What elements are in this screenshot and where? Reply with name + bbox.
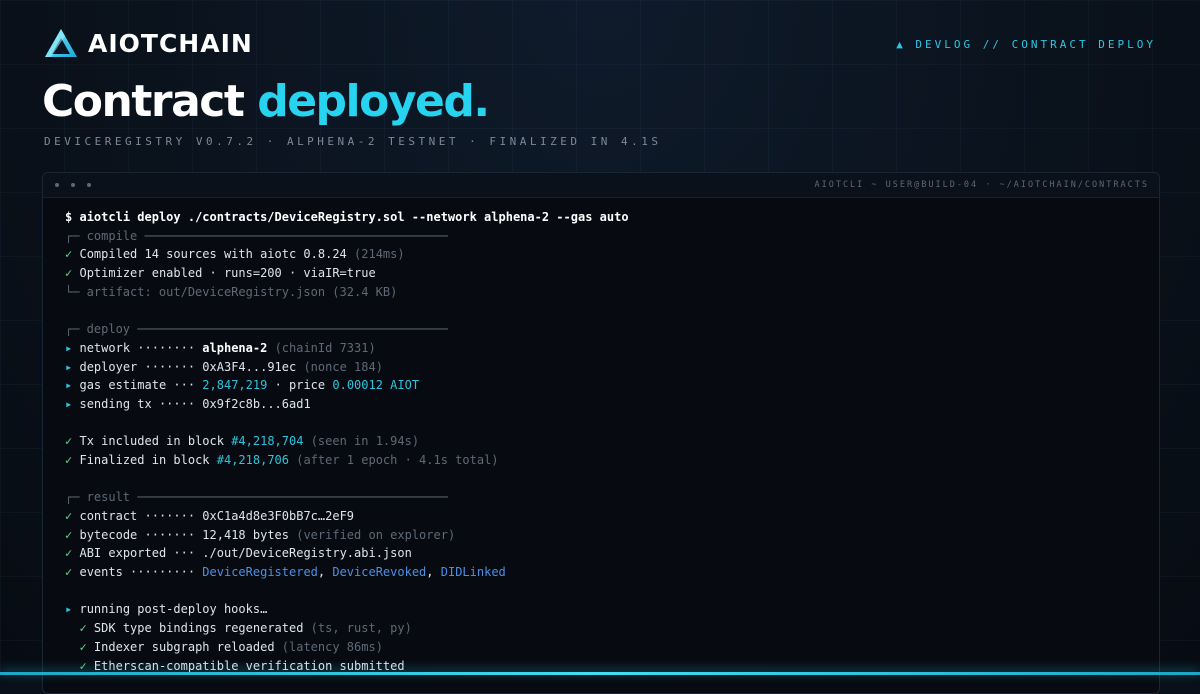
event-name: DeviceRegistered bbox=[202, 565, 318, 580]
event-name: DeviceRevoked bbox=[332, 565, 427, 580]
window-dot-icon bbox=[55, 183, 59, 187]
kv-value: 0x9f2c8b...6ad1 bbox=[202, 396, 311, 411]
kv-value: ./out/DeviceRegistry.abi.json bbox=[202, 546, 412, 561]
kv-line: ▸ sending tx ····· 0x9f2c8b...6ad1 bbox=[65, 395, 1159, 414]
window-controls bbox=[53, 183, 91, 187]
kv-note: (nonce 184) bbox=[303, 359, 383, 374]
hook-line: ✓ SDK type bindings regenerated (ts, rus… bbox=[65, 619, 1159, 638]
kv-key: deployer ······· bbox=[79, 359, 196, 374]
terminal-window: AIOTCLI ~ USER@BUILD-04 · ~/AIOTCHAIN/CO… bbox=[42, 172, 1160, 694]
kv-value: 2,847,219 bbox=[202, 378, 268, 393]
kv-line: ▸ deployer ······· 0xA3F4...91ec (nonce … bbox=[65, 358, 1159, 377]
log-note: (ts, rust, py) bbox=[310, 621, 412, 636]
kv-line: ✓ ABI exported ··· ./out/DeviceRegistry.… bbox=[65, 544, 1159, 563]
kv-key: gas estimate ··· bbox=[79, 378, 196, 393]
check-icon: ✓ bbox=[65, 434, 73, 449]
result-header: ┌─ result ──────────────────────────────… bbox=[65, 490, 448, 505]
log-note: (after 1 epoch · 4.1s total) bbox=[296, 452, 499, 467]
command-text: aiotcli deploy ./contracts/DeviceRegistr… bbox=[79, 210, 629, 224]
command-line: $ aiotcli deploy ./contracts/DeviceRegis… bbox=[65, 208, 1159, 227]
log-text: running post-deploy hooks… bbox=[79, 602, 268, 617]
log-text: Indexer subgraph reloaded bbox=[93, 639, 275, 654]
title-main: Contract bbox=[42, 76, 245, 127]
kv-line: ▸ gas estimate ··· 2,847,219 · price 0.0… bbox=[65, 376, 1159, 395]
log-line: ✓ Tx included in block #4,218,704 (seen … bbox=[65, 432, 1159, 451]
gas-price: 0.00012 AIOT bbox=[332, 378, 420, 393]
kv-key: sending tx ····· bbox=[79, 396, 196, 411]
check-icon: ✓ bbox=[65, 452, 73, 467]
arrow-icon: ▸ bbox=[65, 396, 73, 411]
log-line: ✓ Finalized in block #4,218,706 (after 1… bbox=[65, 451, 1159, 470]
kv-value: 0xA3F4...91ec bbox=[202, 359, 297, 374]
log-line: ✓ Compiled 14 sources with aiotc 0.8.24 … bbox=[65, 245, 1159, 264]
artifact-line: └─ artifact: out/DeviceRegistry.json (32… bbox=[65, 284, 398, 299]
log-note: (214ms) bbox=[354, 247, 405, 262]
kv-key: bytecode ······· bbox=[79, 527, 196, 542]
kv-line: ✓ events ········· DeviceRegistered, Dev… bbox=[65, 563, 1159, 582]
check-icon: ✓ bbox=[79, 658, 87, 673]
log-note: (seen in 1.94s) bbox=[310, 434, 420, 449]
page-title: Contract deployed. bbox=[42, 76, 490, 128]
terminal-path: AIOTCLI ~ USER@BUILD-04 · ~/AIOTCHAIN/CO… bbox=[814, 180, 1149, 190]
window-dot-icon bbox=[71, 183, 75, 187]
log-text: SDK type bindings regenerated bbox=[93, 621, 304, 636]
log-text: Compiled 14 sources with aiotc 0.8.24 bbox=[79, 247, 347, 262]
kv-value: alphena-2 bbox=[202, 340, 268, 355]
terminal-titlebar: AIOTCLI ~ USER@BUILD-04 · ~/AIOTCHAIN/CO… bbox=[43, 173, 1159, 198]
kv-note: (verified on explorer) bbox=[296, 527, 456, 542]
kv-key: ABI exported ··· bbox=[79, 546, 196, 561]
log-note: (latency 86ms) bbox=[281, 639, 383, 654]
hooks-title: ▸ running post-deploy hooks… bbox=[65, 600, 1159, 619]
check-icon: ✓ bbox=[79, 639, 87, 654]
prompt-icon: $ bbox=[65, 210, 73, 224]
kv-note: (chainId 7331) bbox=[274, 340, 376, 355]
separator: , bbox=[317, 565, 326, 580]
arrow-icon: ▸ bbox=[65, 359, 73, 374]
kv-line: ✓ bytecode ······· 12,418 bytes (verifie… bbox=[65, 526, 1159, 545]
log-line: ✓ Optimizer enabled · runs=200 · viaIR=t… bbox=[65, 264, 1159, 283]
block-number: #4,218,704 bbox=[231, 434, 304, 449]
aiotchain-logo-icon bbox=[45, 29, 77, 57]
check-icon: ✓ bbox=[79, 621, 87, 636]
check-icon: ✓ bbox=[65, 527, 73, 542]
arrow-icon: ▸ bbox=[65, 378, 73, 393]
breadcrumb: ▲ DEVLOG // CONTRACT DEPLOY bbox=[896, 38, 1156, 51]
check-icon: ✓ bbox=[65, 565, 73, 580]
kv-key: contract ······· bbox=[79, 509, 196, 523]
hook-line: ✓ Indexer subgraph reloaded (latency 86m… bbox=[65, 638, 1159, 657]
kv-mid: · price bbox=[274, 378, 326, 393]
block-number: #4,218,706 bbox=[216, 452, 289, 467]
check-icon: ✓ bbox=[65, 247, 73, 262]
log-text: Etherscan-compatible verification submit… bbox=[93, 658, 405, 673]
compile-header: ┌─ compile ─────────────────────────────… bbox=[65, 228, 448, 243]
kv-line: ▸ network ········ alphena-2 (chainId 73… bbox=[65, 339, 1159, 358]
log-text: Optimizer enabled · runs=200 · viaIR=tru… bbox=[79, 266, 376, 281]
deploy-header: ┌─ deploy ──────────────────────────────… bbox=[65, 322, 448, 337]
kv-value: 12,418 bytes bbox=[202, 527, 289, 542]
log-text: Tx included in block bbox=[79, 434, 224, 449]
subtitle: DEVICEREGISTRY V0.7.2 · ALPHENA-2 TESTNE… bbox=[44, 135, 662, 148]
kv-key: events ········· bbox=[79, 565, 196, 580]
title-accent: deployed. bbox=[257, 76, 490, 127]
arrow-icon: ▸ bbox=[65, 602, 73, 617]
check-icon: ✓ bbox=[65, 266, 73, 281]
brand: AIOTCHAIN bbox=[44, 28, 253, 58]
terminal-output: $ aiotcli deploy ./contracts/DeviceRegis… bbox=[43, 198, 1159, 675]
arrow-icon: ▸ bbox=[65, 340, 73, 355]
check-icon: ✓ bbox=[65, 546, 73, 561]
contract-address: 0xC1a4d8e3F0bB7c…2eF9 bbox=[202, 509, 355, 523]
kv-line: ✓ contract ······· 0xC1a4d8e3F0bB7c…2eF9 bbox=[65, 507, 1159, 526]
log-text: Finalized in block bbox=[79, 452, 210, 467]
separator: , bbox=[426, 565, 434, 580]
brand-name: AIOTCHAIN bbox=[88, 28, 253, 58]
event-name: DIDLinked bbox=[440, 565, 506, 580]
kv-key: network ········ bbox=[79, 340, 196, 355]
window-dot-icon bbox=[87, 183, 91, 187]
check-icon: ✓ bbox=[65, 509, 73, 523]
